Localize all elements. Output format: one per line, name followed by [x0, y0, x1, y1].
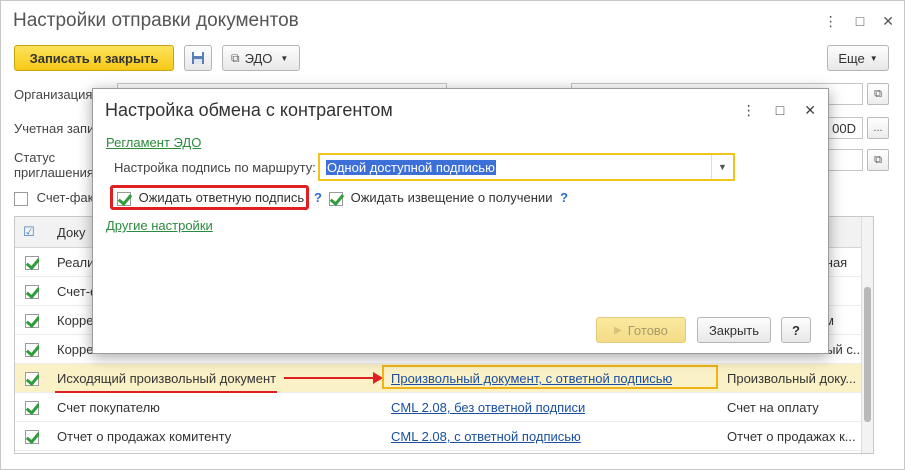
row-checkbox[interactable] [25, 254, 39, 270]
row-checkbox[interactable] [25, 428, 39, 444]
reglament-link[interactable]: Регламент ЭДО [106, 135, 201, 150]
row-right: Счет на оплату [727, 400, 819, 415]
wait-notice-checkbox[interactable] [329, 191, 343, 206]
partial-value: 00D [832, 121, 856, 136]
done-button[interactable]: ▶ Готово [596, 317, 686, 343]
more-menu-icon[interactable]: ⋮ [742, 102, 756, 119]
row-format-link[interactable]: CML 2.08, без ответной подписи [391, 400, 585, 415]
help-icon[interactable]: ? [560, 190, 568, 205]
table-row[interactable]: Счет покупателю CML 2.08, без ответной п… [15, 393, 873, 422]
window-controls: ⋮ □ ✕ [824, 13, 894, 30]
row-format-link[interactable]: CML 2.08, с ответной подписью [391, 429, 581, 444]
wait-notice-option[interactable]: Ожидать извещение о получении ? [329, 190, 568, 206]
row-document: Корре [57, 313, 94, 328]
status-label-line2: приглашения [14, 165, 94, 180]
open-icon[interactable]: ⧉ [867, 149, 889, 171]
red-underline-annotation [55, 391, 277, 393]
row-document: Счет покупателю [57, 400, 160, 415]
edo-menu-button[interactable]: ⧉ ЭДО ▼ [222, 45, 300, 71]
scrollbar-thumb[interactable] [864, 287, 871, 422]
row-document: Отчет о продажах комитенту [57, 429, 232, 444]
edo-icon: ⧉ [231, 50, 240, 65]
table-row[interactable]: Отчет о продажах комитенту CML 2.08, с о… [15, 422, 873, 451]
save-and-close-button[interactable]: Записать и закрыть [14, 45, 174, 71]
chevron-down-icon: ▼ [869, 53, 878, 63]
red-box-annotation [110, 185, 309, 210]
done-label: Готово [627, 322, 668, 338]
row-checkbox[interactable] [25, 312, 39, 328]
close-icon[interactable]: ✕ [882, 13, 894, 30]
row-document: Исходящий произвольный документ [57, 371, 277, 386]
row-right: Отчет о продажах к... [727, 429, 856, 444]
chevron-down-icon[interactable]: ▼ [711, 155, 733, 179]
status-label-line1: Статус [14, 150, 56, 165]
account-label: Учетная запи [14, 121, 95, 136]
row-document: Реали [57, 255, 95, 270]
route-select[interactable]: Одной доступной подписью ▼ [318, 153, 735, 181]
chevron-down-icon: ▼ [280, 53, 289, 63]
floppy-disk-icon [192, 52, 204, 64]
save-button[interactable] [184, 45, 212, 71]
other-settings-link[interactable]: Другие настройки [106, 218, 213, 233]
help-button[interactable]: ? [781, 317, 811, 343]
wait-notice-label: Ожидать извещение о получении [350, 190, 553, 205]
row-document: Корре [57, 342, 94, 357]
row-checkbox[interactable] [25, 399, 39, 415]
table-scrollbar[interactable] [861, 217, 873, 453]
header-document[interactable]: Доку [57, 225, 86, 240]
dialog-title: Настройка обмена с контрагентом [105, 100, 393, 120]
open-icon[interactable]: ⧉ [867, 83, 889, 105]
edo-label: ЭДО [244, 50, 273, 66]
red-arrow-annotation [284, 377, 374, 379]
invoice-row[interactable]: Счет-фак [14, 190, 93, 206]
route-value: Одной доступной подписью [326, 160, 496, 175]
organization-label: Организация [14, 87, 93, 102]
row-checkbox[interactable] [25, 283, 39, 299]
more-button[interactable]: Еще ▼ [827, 45, 889, 71]
more-menu-icon[interactable]: ⋮ [824, 13, 838, 30]
play-icon: ▶ [614, 324, 622, 336]
close-icon[interactable]: ✕ [804, 102, 816, 119]
more-label: Еще [838, 50, 865, 66]
ellipsis-button[interactable]: ... [867, 117, 889, 139]
highlight-box-annotation [382, 365, 718, 389]
invoice-label: Счет-фак [36, 190, 94, 205]
close-button[interactable]: Закрыть [697, 317, 771, 343]
invoice-checkbox[interactable] [14, 191, 28, 206]
exchange-settings-dialog: Настройка обмена с контрагентом ⋮ □ ✕ Ре… [92, 88, 829, 354]
maximize-icon[interactable]: □ [856, 13, 864, 30]
dialog-controls: ⋮ □ ✕ [742, 102, 816, 119]
help-icon[interactable]: ? [314, 190, 322, 205]
maximize-icon[interactable]: □ [776, 102, 784, 119]
route-label: Настройка подпись по маршруту: [114, 160, 316, 175]
row-checkbox[interactable] [25, 341, 39, 357]
row-checkbox[interactable] [25, 370, 39, 386]
row-right: Произвольный доку... [727, 371, 857, 386]
window-title: Настройки отправки документов [13, 10, 299, 31]
check-all-icon[interactable]: ☑ [23, 224, 35, 240]
